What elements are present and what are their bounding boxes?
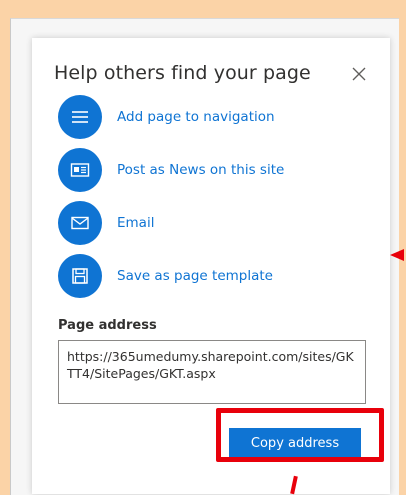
panel-title: Help others find your page <box>54 62 311 84</box>
action-label: Save as page template <box>117 268 273 284</box>
add-to-navigation-button[interactable]: Add page to navigation <box>58 95 358 139</box>
action-label: Email <box>117 215 155 231</box>
page-address-label: Page address <box>58 318 157 333</box>
annotation-arrow-icon <box>390 249 404 261</box>
annotation-highlight-box <box>216 408 384 462</box>
news-icon <box>58 148 102 192</box>
page-address-field[interactable]: https://365umedumy.sharepoint.com/sites/… <box>58 340 366 404</box>
post-as-news-button[interactable]: Post as News on this site <box>58 148 358 192</box>
action-label: Add page to navigation <box>117 109 275 125</box>
email-button[interactable]: Email <box>58 201 358 245</box>
close-icon <box>352 67 366 81</box>
close-button[interactable] <box>349 64 369 84</box>
mail-icon <box>58 201 102 245</box>
save-icon <box>58 254 102 298</box>
action-label: Post as News on this site <box>117 162 285 178</box>
menu-icon <box>58 95 102 139</box>
save-as-template-button[interactable]: Save as page template <box>58 254 358 298</box>
